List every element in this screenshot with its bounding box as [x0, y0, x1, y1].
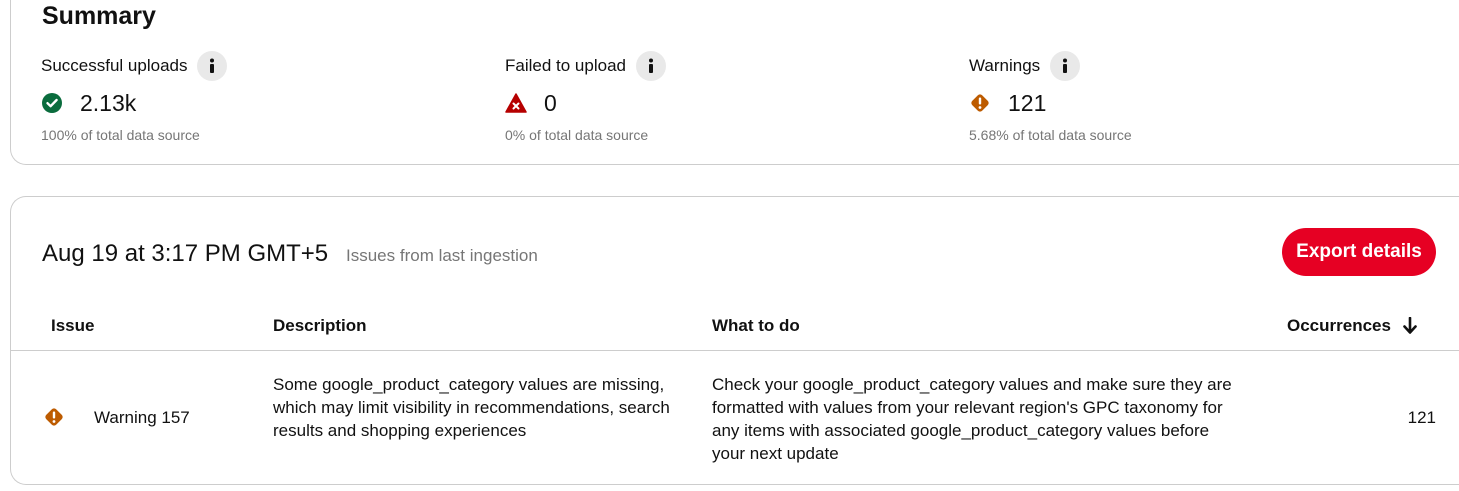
issue-cell: Warning 157 [94, 408, 190, 427]
warning-diamond-icon [43, 406, 65, 428]
column-header-description[interactable]: Description [273, 316, 367, 336]
info-icon[interactable] [197, 51, 228, 81]
summary-card: Summary Successful uploads 2.13k 100% of… [10, 0, 1459, 165]
metric-warnings: Warnings 121 5.68% of total data source [969, 50, 1132, 143]
summary-title: Summary [42, 2, 156, 30]
metric-label: Warnings [969, 56, 1041, 75]
metric-label: Successful uploads [41, 56, 188, 75]
what-to-do-cell: Check your google_product_category value… [712, 375, 1232, 463]
ingestion-date: Aug 19 at 3:17 PM GMT+5 [42, 240, 329, 267]
column-header-occurrences[interactable]: Occurrences [1287, 316, 1417, 336]
metric-subtext: 0% of total data source [505, 127, 649, 143]
metric-value: 2.13k [80, 89, 137, 116]
issues-card: Aug 19 at 3:17 PM GMT+5 Issues from last… [10, 196, 1459, 485]
check-circle-icon [41, 92, 63, 114]
column-header-issue[interactable]: Issue [51, 316, 94, 336]
metric-subtext: 5.68% of total data source [969, 127, 1132, 143]
info-icon[interactable] [1050, 51, 1081, 81]
table-header-divider [11, 350, 1459, 351]
metric-successful-uploads: Successful uploads 2.13k 100% of total d… [41, 50, 228, 143]
error-triangle-icon [505, 92, 527, 114]
arrow-down-icon[interactable] [1403, 317, 1417, 335]
metric-value: 0 [544, 89, 557, 116]
export-details-button[interactable]: Export details [1282, 228, 1436, 276]
metric-subtext: 100% of total data source [41, 127, 200, 143]
column-header-what-to-do[interactable]: What to do [712, 316, 800, 336]
metric-label: Failed to upload [505, 56, 626, 75]
occurrences-cell: 121 [1407, 408, 1436, 427]
description-cell: Some google_product_category values are … [273, 375, 670, 440]
metric-value: 121 [1008, 89, 1047, 116]
ingestion-subtitle: Issues from last ingestion [346, 246, 538, 265]
info-icon[interactable] [635, 51, 666, 81]
occurrences-label: Occurrences [1287, 316, 1391, 335]
metric-failed-uploads: Failed to upload 0 0% of total data sour… [505, 50, 666, 143]
warning-diamond-icon [969, 92, 991, 114]
